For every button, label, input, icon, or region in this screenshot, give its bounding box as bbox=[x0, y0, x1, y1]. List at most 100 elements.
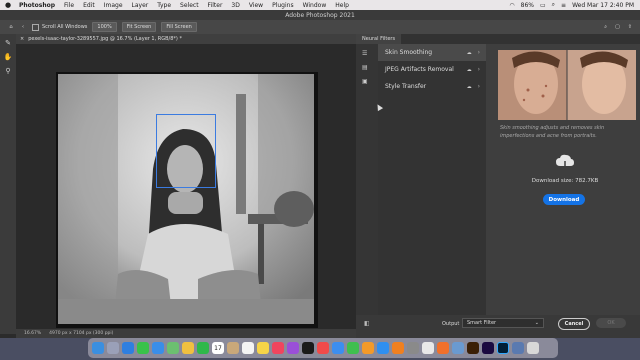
dock-premiere-icon[interactable] bbox=[482, 342, 494, 354]
window-title-bar: Adobe Photoshop 2021 bbox=[0, 10, 640, 20]
clock[interactable]: Wed Mar 17 2:40 PM bbox=[572, 2, 634, 9]
menu-plugins[interactable]: Plugins bbox=[272, 2, 294, 9]
menu-select[interactable]: Select bbox=[180, 2, 199, 9]
dock-podcasts-icon[interactable] bbox=[287, 342, 299, 354]
menu-help[interactable]: Help bbox=[335, 2, 349, 9]
zoom-100-button[interactable]: 100% bbox=[92, 22, 117, 32]
chevron-right-icon[interactable]: › bbox=[478, 49, 480, 56]
dock-settings-icon[interactable] bbox=[407, 342, 419, 354]
cancel-button[interactable]: Cancel bbox=[558, 318, 590, 330]
dock-firefox-icon[interactable] bbox=[437, 342, 449, 354]
dock-photos-icon[interactable] bbox=[182, 342, 194, 354]
dock-tv-icon[interactable] bbox=[302, 342, 314, 354]
fit-screen-button[interactable]: Fit Screen bbox=[121, 22, 157, 32]
battery-percent[interactable]: 86% bbox=[521, 2, 534, 9]
all-filters-icon[interactable]: ☰ bbox=[362, 50, 372, 58]
menu-edit[interactable]: Edit bbox=[83, 2, 95, 9]
dock-appstore-icon[interactable] bbox=[377, 342, 389, 354]
dock-downloads-icon[interactable] bbox=[512, 342, 524, 354]
output-select-value: Smart Filter bbox=[467, 320, 497, 326]
close-tab-icon[interactable]: × bbox=[20, 36, 24, 42]
dock-notes-icon[interactable] bbox=[257, 342, 269, 354]
featured-filters-icon[interactable]: ▤ bbox=[362, 64, 372, 72]
dock-calendar-icon[interactable]: 17 bbox=[212, 342, 224, 354]
dock-messages-icon[interactable] bbox=[137, 342, 149, 354]
scroll-all-checkbox[interactable] bbox=[32, 23, 39, 31]
menu-3d[interactable]: 3D bbox=[231, 2, 239, 9]
dock-photoshop-icon[interactable] bbox=[497, 342, 509, 354]
filter-jpeg-artifacts-removal[interactable]: JPEG Artifacts Removal ☁ › bbox=[378, 61, 486, 78]
wifi-icon[interactable]: ◠ bbox=[509, 2, 514, 9]
chevron-right-icon[interactable]: › bbox=[478, 83, 480, 90]
menu-type[interactable]: Type bbox=[157, 2, 171, 9]
menu-filter[interactable]: Filter bbox=[208, 2, 223, 9]
canvas-area[interactable] bbox=[16, 44, 356, 329]
chevron-down-icon: ⌄ bbox=[534, 320, 539, 326]
scroll-all-label: Scroll All Windows bbox=[42, 24, 88, 30]
menu-app-name[interactable]: Photoshop bbox=[19, 2, 55, 9]
dock-launchpad-icon[interactable] bbox=[107, 342, 119, 354]
cloud-download-icon[interactable]: ☁ bbox=[467, 84, 472, 90]
neural-side-toolbar: ☰ ▤ ▣ bbox=[356, 44, 378, 315]
dock-pages-icon[interactable] bbox=[362, 342, 374, 354]
dock-mail-icon[interactable] bbox=[152, 342, 164, 354]
chevron-right-icon[interactable]: › bbox=[478, 66, 480, 73]
options-bar: ⌂ ‹ Scroll All Windows 100% Fit Screen F… bbox=[0, 20, 640, 35]
dock-chrome-icon[interactable] bbox=[422, 342, 434, 354]
neural-filters-footer: ◧ Output Smart Filter ⌄ Cancel OK bbox=[356, 315, 640, 338]
output-label: Output bbox=[442, 321, 460, 327]
filter-label: JPEG Artifacts Removal bbox=[385, 66, 454, 73]
dock-trash-icon[interactable] bbox=[527, 342, 539, 354]
battery-icon[interactable]: ▭ bbox=[540, 2, 546, 9]
dock-facetime-icon[interactable] bbox=[197, 342, 209, 354]
cloud-download-icon bbox=[555, 154, 575, 172]
zoom-level[interactable]: 16.67% bbox=[24, 331, 41, 336]
dock-finder-icon[interactable] bbox=[92, 342, 104, 354]
tab-neural-filters[interactable]: Neural Filters bbox=[356, 34, 402, 44]
menu-view[interactable]: View bbox=[249, 2, 263, 9]
ok-button[interactable]: OK bbox=[596, 318, 626, 328]
dock-music-icon[interactable] bbox=[272, 342, 284, 354]
compare-view-icon[interactable]: ◧ bbox=[364, 320, 370, 327]
cloud-download-icon[interactable]: ☁ bbox=[467, 50, 472, 56]
filter-skin-smoothing[interactable]: Skin Smoothing ☁ › bbox=[378, 44, 486, 61]
cloud-download-icon[interactable]: ☁ bbox=[467, 67, 472, 73]
menu-image[interactable]: Image bbox=[104, 2, 123, 9]
document-tab[interactable]: × pexels-isaac-taylor-3289557.jpg @ 16.7… bbox=[16, 34, 356, 44]
apple-icon[interactable]: ● bbox=[5, 1, 13, 9]
dock-reminders-icon[interactable] bbox=[242, 342, 254, 354]
download-size: Download size: 782.7KB bbox=[531, 178, 599, 184]
neural-filters-panel: ☰ ▤ ▣ Skin Smoothing ☁ › JPEG Artifacts … bbox=[356, 44, 640, 315]
back-icon[interactable]: ‹ bbox=[22, 24, 24, 30]
workspace-icon[interactable]: ▢ bbox=[615, 24, 620, 30]
search-icon[interactable]: ⌕ bbox=[604, 24, 607, 30]
portrait-photo[interactable] bbox=[58, 74, 314, 324]
output-select[interactable]: Smart Filter ⌄ bbox=[462, 318, 544, 328]
beta-filters-icon[interactable]: ▣ bbox=[362, 78, 372, 86]
dock-maps-icon[interactable] bbox=[167, 342, 179, 354]
dock-preview-icon[interactable] bbox=[452, 342, 464, 354]
menu-file[interactable]: File bbox=[64, 2, 74, 9]
face-selection-box bbox=[156, 114, 216, 188]
dock-numbers-icon[interactable] bbox=[347, 342, 359, 354]
home-icon[interactable]: ⌂ bbox=[6, 22, 16, 32]
zoom-tool-icon[interactable]: ⚲ bbox=[2, 66, 14, 76]
fill-screen-button[interactable]: Fill Screen bbox=[161, 22, 197, 32]
neural-filters-title: Neural Filters bbox=[362, 36, 396, 42]
share-icon[interactable]: ⇪ bbox=[628, 24, 632, 30]
brush-tool-icon[interactable]: ✎ bbox=[2, 38, 14, 48]
dock-contacts-icon[interactable] bbox=[227, 342, 239, 354]
dock-keynote-icon[interactable] bbox=[332, 342, 344, 354]
download-button[interactable]: Download bbox=[543, 194, 585, 205]
menu-window[interactable]: Window bbox=[303, 2, 327, 9]
dock-illustrator-icon[interactable] bbox=[467, 342, 479, 354]
dock-safari-icon[interactable] bbox=[122, 342, 134, 354]
hand-tool-icon[interactable]: ✋ bbox=[2, 52, 14, 62]
portrait-image bbox=[58, 74, 314, 324]
search-icon[interactable]: ⌕ bbox=[552, 1, 555, 9]
filter-style-transfer[interactable]: Style Transfer ☁ › bbox=[378, 78, 486, 95]
control-center-icon[interactable]: ≡ bbox=[561, 2, 566, 9]
menu-layer[interactable]: Layer bbox=[132, 2, 149, 9]
dock-vlc-icon[interactable] bbox=[392, 342, 404, 354]
dock-news-icon[interactable] bbox=[317, 342, 329, 354]
